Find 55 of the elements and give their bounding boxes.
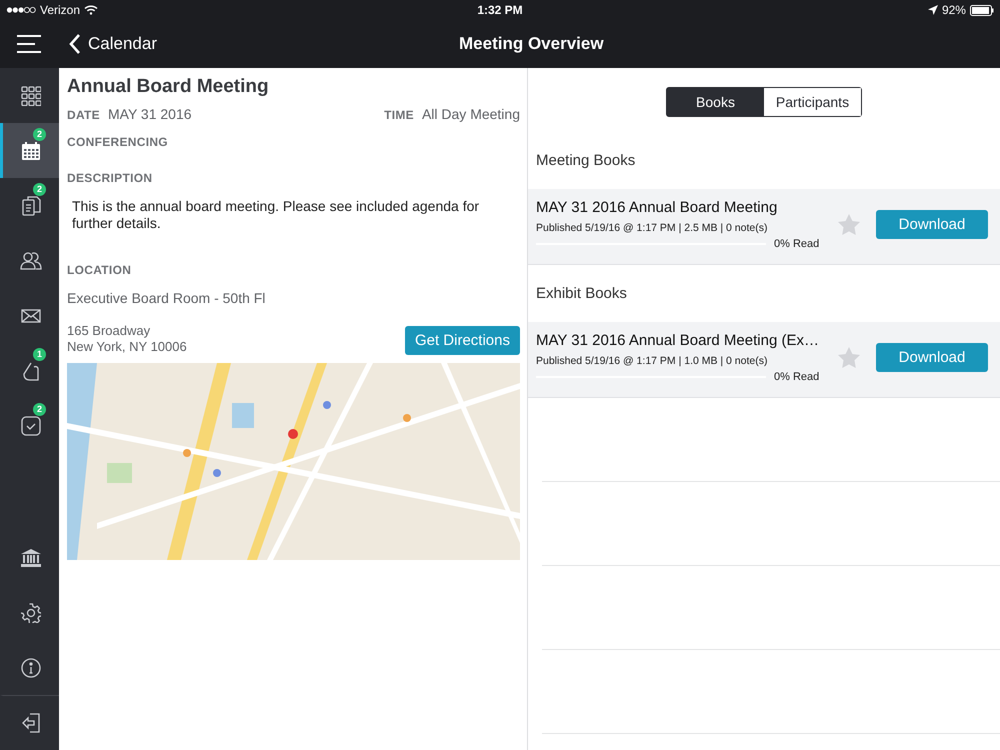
book-details: Published 5/19/16 @ 1:17 PM | 1.0 MB | 0 note(s) [536, 355, 768, 367]
location-arrow-icon [928, 5, 938, 15]
calendar-icon [21, 140, 41, 160]
count-badge: 2 [33, 183, 46, 196]
star-icon[interactable] [838, 347, 860, 368]
address-line: New York, NY 10006 [67, 339, 187, 355]
bank-icon [21, 548, 41, 566]
settings-icon [21, 602, 41, 622]
star-icon[interactable] [838, 214, 860, 235]
documents-icon [21, 194, 41, 216]
count-badge: 2 [33, 403, 46, 416]
book-title: MAY 31 2016 Annual Board Meeting [536, 199, 778, 216]
battery-percent: 92% [942, 3, 966, 17]
sidebar-item[interactable]: 2 [0, 123, 59, 178]
read-percent: 0% Read [774, 238, 820, 250]
book-details: Published 5/19/16 @ 1:17 PM | 2.5 MB | 0 note(s) [536, 222, 768, 234]
info-icon [21, 658, 41, 678]
field-label: TIME [384, 108, 414, 122]
sidebar-item[interactable]: 1 [0, 343, 59, 398]
battery-icon [970, 4, 994, 16]
menu-icon[interactable] [17, 35, 41, 53]
field-label: CONFERENCING [67, 135, 169, 149]
read-percent: 0% Read [774, 371, 820, 383]
sidebar-item[interactable]: 2 [0, 398, 59, 453]
location-name: Executive Board Room - 50th Fl [67, 290, 266, 306]
field-value: MAY 31 2016 [108, 106, 192, 122]
count-badge: 2 [33, 128, 46, 141]
people-icon [20, 250, 42, 270]
count-badge: 1 [33, 348, 46, 361]
get-directions-button[interactable]: Get Directions [404, 326, 520, 355]
carrier-name: Verizon [40, 3, 80, 17]
signal-icon [6, 6, 36, 14]
description-text: This is the annual board meeting. Please see included agenda for further details. [72, 198, 480, 232]
field-label: DATE [67, 108, 100, 122]
logout-icon [21, 713, 41, 733]
sidebar-item[interactable]: 2 [0, 178, 59, 233]
section-heading: Meeting Books [535, 151, 636, 171]
apps-grid-icon [21, 86, 41, 106]
chevron-left-icon [69, 34, 81, 54]
address-line: 165 Broadway [67, 323, 152, 339]
download-button[interactable]: Download [876, 343, 988, 372]
book-title: MAY 31 2016 Annual Board Meeting (Ex… [536, 332, 820, 349]
download-button[interactable]: Download [876, 210, 988, 239]
segment-tab[interactable]: Books [667, 88, 764, 116]
back-button[interactable]: Calendar [69, 34, 157, 54]
field-label: LOCATION [67, 263, 132, 277]
field-value: All Day Meeting [422, 106, 520, 122]
field-label: DESCRIPTION [67, 171, 154, 185]
section-heading: Exhibit Books [535, 284, 628, 304]
screen-title: Meeting Overview [459, 34, 604, 54]
checkbox-icon [21, 416, 41, 436]
clock-time: 1:32 PM [477, 3, 523, 17]
meeting-title: Annual Board Meeting [67, 76, 270, 98]
mail-icon [21, 308, 41, 322]
wifi-icon [84, 5, 98, 15]
